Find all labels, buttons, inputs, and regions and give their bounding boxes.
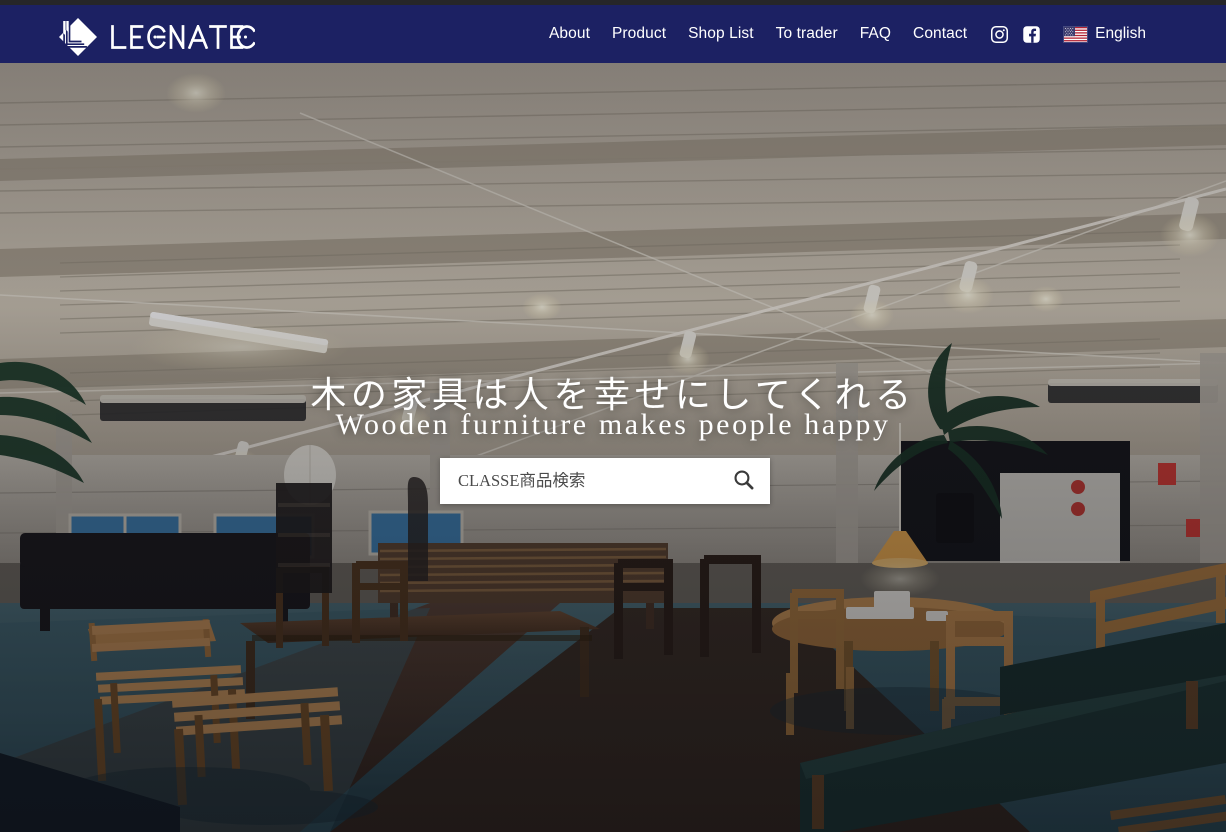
social-links bbox=[990, 25, 1041, 44]
legnatec-wordmark-icon bbox=[110, 21, 256, 53]
hero-headline-en: Wooden furniture makes people happy bbox=[335, 408, 891, 441]
instagram-icon[interactable] bbox=[990, 25, 1009, 44]
language-label: English bbox=[1095, 25, 1146, 42]
search-submit-button[interactable] bbox=[716, 458, 770, 504]
nav-faq[interactable]: FAQ bbox=[849, 5, 902, 63]
facebook-icon[interactable] bbox=[1022, 25, 1041, 44]
hero-overlay bbox=[0, 63, 1226, 832]
nav-to-trader[interactable]: To trader bbox=[765, 5, 849, 63]
hero-section: 木の家具は人を幸せにしてくれる Wooden furniture makes p… bbox=[0, 63, 1226, 832]
nav-about[interactable]: About bbox=[538, 5, 601, 63]
us-flag-icon bbox=[1063, 25, 1089, 43]
nav-contact[interactable]: Contact bbox=[902, 5, 978, 63]
main-navigation: About Product Shop List To trader FAQ Co… bbox=[538, 5, 1146, 63]
logo-link[interactable] bbox=[57, 16, 256, 58]
language-switcher[interactable]: English bbox=[1063, 25, 1146, 43]
nav-shop-list[interactable]: Shop List bbox=[677, 5, 765, 63]
search-icon bbox=[732, 468, 755, 494]
nav-product[interactable]: Product bbox=[601, 5, 677, 63]
top-accent-strip bbox=[0, 0, 1226, 5]
product-search-form bbox=[440, 458, 770, 504]
legnatec-diamond-logo-icon bbox=[57, 16, 99, 58]
search-input[interactable] bbox=[440, 458, 716, 504]
site-header: About Product Shop List To trader FAQ Co… bbox=[0, 5, 1226, 63]
